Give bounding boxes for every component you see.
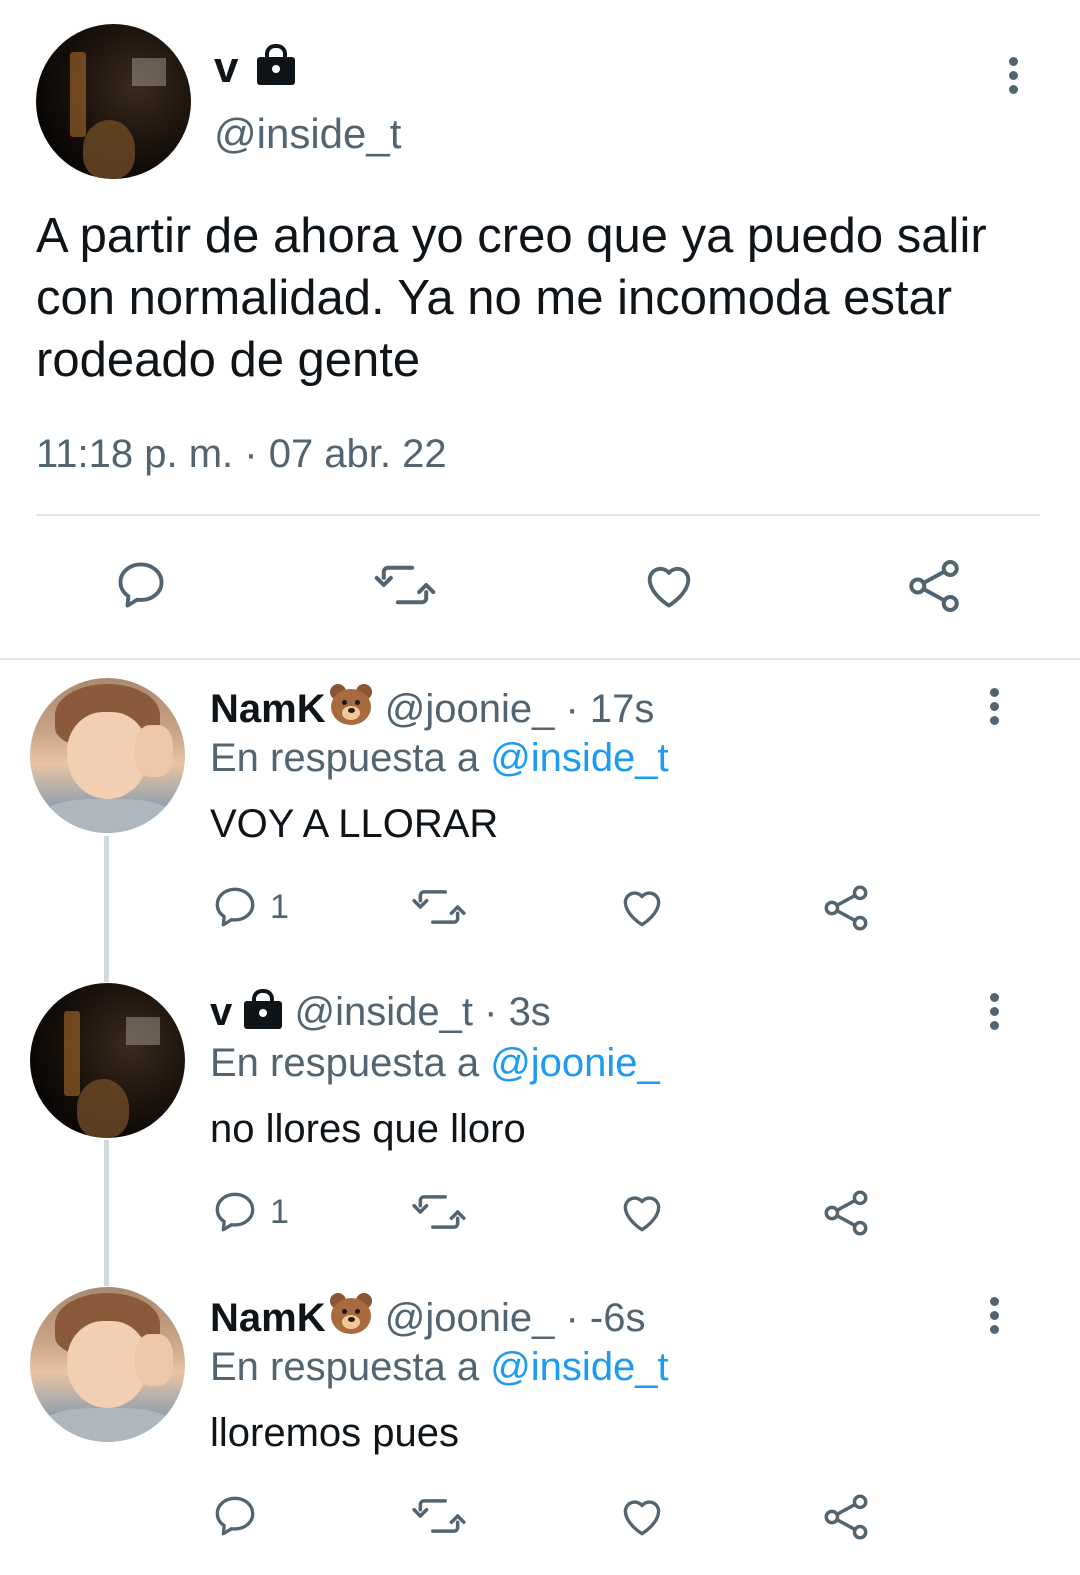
comment-icon — [118, 562, 164, 608]
reply-button[interactable] — [112, 556, 170, 614]
author-name[interactable]: v — [214, 43, 238, 92]
heart-icon — [647, 566, 691, 608]
reply-author-handle[interactable]: @joonie_ — [385, 1296, 555, 1340]
reply-author-handle[interactable]: @joonie_ — [385, 687, 555, 731]
separator: · — [565, 1296, 579, 1340]
reply-context: En respuesta a @inside_t — [210, 1345, 669, 1390]
share-button[interactable] — [820, 1491, 872, 1543]
author-avatar[interactable] — [36, 24, 191, 179]
reply-prefix: En respuesta a — [210, 1345, 480, 1389]
lock-icon — [243, 989, 283, 1029]
more-options-icon[interactable] — [1007, 57, 1019, 99]
share-button[interactable] — [904, 556, 964, 616]
like-button[interactable] — [617, 1187, 667, 1237]
comment-icon — [215, 1496, 255, 1536]
more-options-icon[interactable] — [988, 688, 1000, 730]
reply-author-handle[interactable]: @inside_t — [295, 990, 473, 1034]
reply-text: no llores que lloro — [210, 1107, 526, 1151]
reply-tweet: NamK @joonie_ · -6s En respuesta a @insi… — [0, 1287, 1080, 1575]
like-button[interactable] — [640, 556, 698, 614]
reply-tweet: v @inside_t · 3s En respuesta a @joonie_… — [0, 983, 1080, 1289]
reply-prefix: En respuesta a — [210, 1041, 480, 1085]
reply-context: En respuesta a @inside_t — [210, 736, 669, 781]
retweet-icon — [412, 890, 466, 924]
retweet-button[interactable] — [410, 1491, 468, 1541]
share-icon — [824, 1190, 868, 1236]
retweet-icon — [374, 565, 436, 605]
retweet-icon — [412, 1195, 466, 1229]
like-button[interactable] — [617, 882, 667, 932]
share-button[interactable] — [820, 882, 872, 934]
reply-count: 1 — [270, 887, 289, 926]
separator: · — [565, 687, 579, 731]
mention-link[interactable]: @joonie_ — [490, 1041, 660, 1085]
reply-header: v @inside_t · 3s — [210, 989, 551, 1035]
reply-time[interactable]: 17s — [590, 687, 655, 731]
reply-button[interactable] — [210, 1491, 270, 1541]
divider — [36, 514, 1040, 516]
share-icon — [909, 560, 959, 612]
reply-avatar[interactable] — [30, 983, 185, 1138]
heart-icon — [623, 1196, 661, 1232]
bear-icon — [328, 684, 374, 726]
section-divider — [0, 658, 1080, 660]
reply-header: NamK @joonie_ · 17s — [210, 684, 654, 732]
tweet-text: A partir de ahora yo creo que ya puedo s… — [36, 209, 987, 387]
heart-icon — [623, 891, 661, 927]
reply-text: VOY A LLORAR — [210, 802, 499, 846]
reply-author-name[interactable]: NamK — [210, 687, 326, 731]
more-options-icon[interactable] — [988, 993, 1000, 1035]
mention-link[interactable]: @inside_t — [490, 736, 668, 780]
main-tweet: v @inside_t A partir de ahora yo creo qu… — [0, 0, 1080, 660]
reply-avatar[interactable] — [30, 1287, 185, 1442]
separator: · — [484, 990, 498, 1034]
bear-icon — [328, 1293, 374, 1335]
retweet-button[interactable] — [410, 882, 468, 932]
reply-button[interactable]: 1 — [210, 1187, 289, 1237]
author-handle[interactable]: @inside_t — [214, 110, 401, 158]
retweet-icon — [412, 1499, 466, 1533]
reply-author-name[interactable]: v — [210, 990, 232, 1034]
author-name-row: v — [214, 44, 297, 91]
reply-button[interactable]: 1 — [210, 882, 289, 932]
like-button[interactable] — [617, 1491, 667, 1541]
tweet-timestamp[interactable]: 11:18 p. m. · 07 abr. 22 — [36, 432, 447, 477]
mention-link[interactable]: @inside_t — [490, 1345, 668, 1389]
retweet-button[interactable] — [372, 556, 438, 614]
comment-icon — [215, 887, 255, 927]
reply-count: 1 — [270, 1192, 289, 1231]
comment-icon — [215, 1192, 255, 1232]
share-icon — [824, 885, 868, 931]
reply-avatar[interactable] — [30, 678, 185, 833]
reply-prefix: En respuesta a — [210, 736, 480, 780]
share-icon — [824, 1494, 868, 1540]
lock-icon — [255, 44, 297, 86]
heart-icon — [623, 1500, 661, 1536]
reply-time[interactable]: 3s — [509, 990, 551, 1034]
reply-context: En respuesta a @joonie_ — [210, 1041, 660, 1086]
reply-time[interactable]: -6s — [590, 1296, 646, 1340]
share-button[interactable] — [820, 1187, 872, 1239]
retweet-button[interactable] — [410, 1187, 468, 1237]
reply-text: lloremos pues — [210, 1411, 460, 1455]
more-options-icon[interactable] — [988, 1297, 1000, 1339]
reply-tweet: NamK @joonie_ · 17s En respuesta a @insi… — [0, 678, 1080, 984]
reply-author-name[interactable]: NamK — [210, 1296, 326, 1340]
reply-header: NamK @joonie_ · -6s — [210, 1293, 645, 1341]
